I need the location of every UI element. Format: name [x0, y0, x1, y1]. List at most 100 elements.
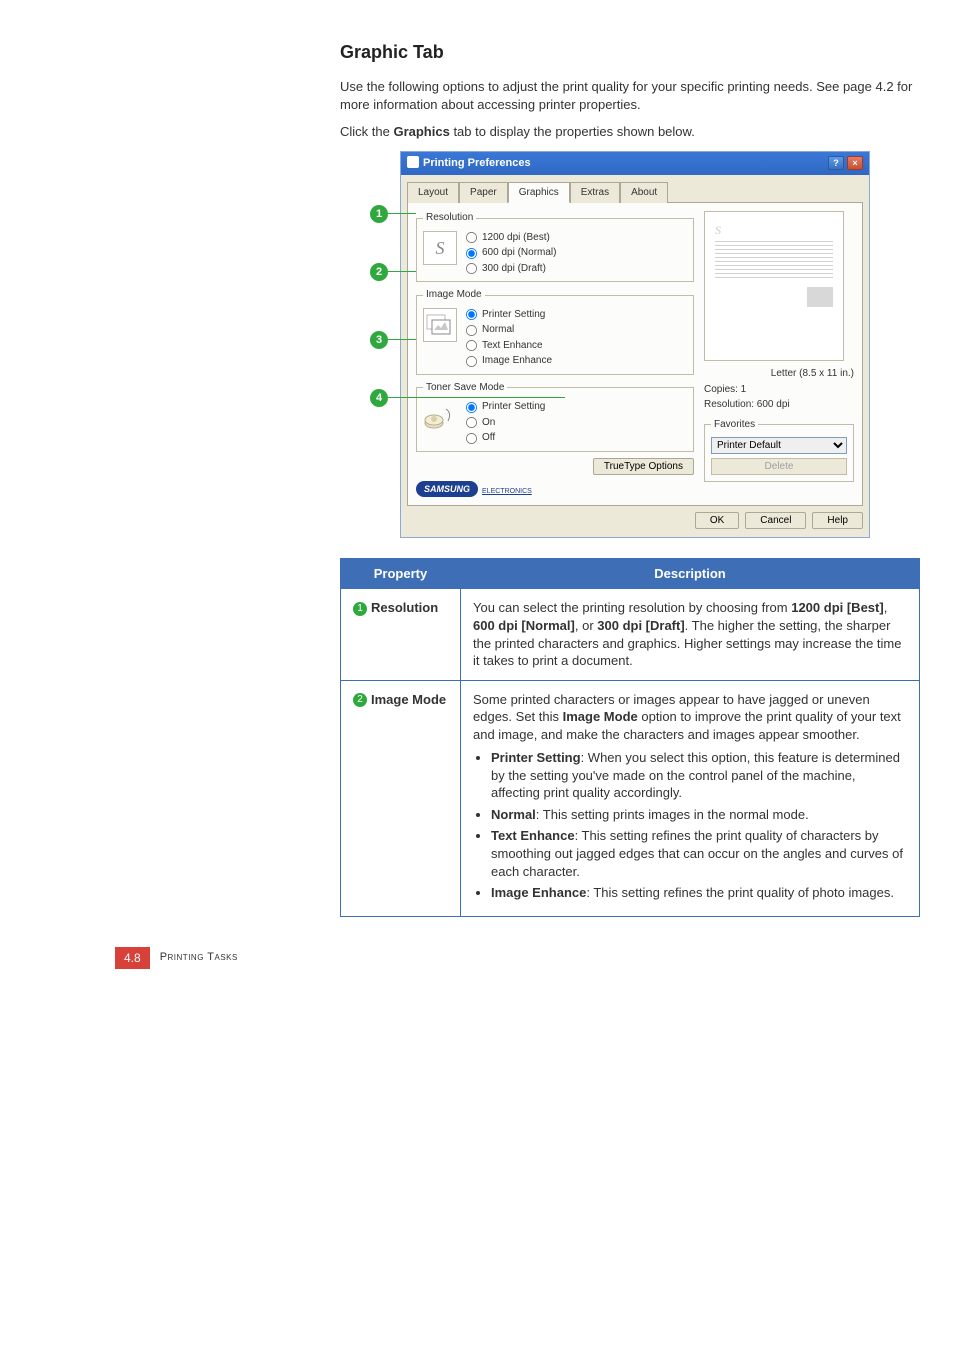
resolution-icon: S	[423, 231, 457, 265]
table-row-image-mode: 2Image Mode Some printed characters or i…	[341, 680, 920, 916]
cancel-button[interactable]: Cancel	[745, 512, 806, 529]
imgmode-opt-text[interactable]: Text Enhance	[465, 339, 552, 353]
toner-opt-on[interactable]: On	[465, 416, 545, 430]
toner-radio-printer[interactable]	[466, 402, 477, 413]
intro-paragraph: Use the following options to adjust the …	[340, 78, 940, 113]
row2-li3-b: Text Enhance	[491, 828, 575, 843]
row2-name: Image Mode	[371, 692, 446, 707]
row2-li2: Normal: This setting prints images in th…	[491, 806, 907, 824]
row2-li4: Image Enhance: This setting refines the …	[491, 884, 907, 902]
resolution-radio-1200[interactable]	[466, 232, 477, 243]
printer-icon	[407, 156, 419, 168]
favorites-select[interactable]: Printer Default	[711, 437, 847, 454]
callout-2: 2	[370, 263, 416, 281]
brand-logo-area: SAMSUNG ELECTRONICS	[416, 481, 694, 497]
resolution-radio-300[interactable]	[466, 263, 477, 274]
row2-desc: Some printed characters or images appear…	[461, 680, 920, 916]
row2-li1: Printer Setting: When you select this op…	[491, 749, 907, 802]
image-mode-group: Image Mode Printer Setting Normal Text E…	[416, 288, 694, 375]
truetype-options-button[interactable]: TrueType Options	[593, 458, 694, 475]
row2-li2-b: Normal	[491, 807, 536, 822]
tab-layout[interactable]: Layout	[407, 182, 459, 204]
resolution-label-1200: 1200 dpi (Best)	[482, 231, 550, 245]
click-bold: Graphics	[393, 124, 449, 139]
callout-4-circle: 4	[370, 389, 388, 407]
row2-li4-t: : This setting refines the print quality…	[586, 885, 894, 900]
row2-li3: Text Enhance: This setting refines the p…	[491, 827, 907, 880]
th-description: Description	[461, 558, 920, 589]
tab-paper[interactable]: Paper	[459, 182, 508, 204]
tab-strip: Layout Paper Graphics Extras About	[401, 175, 869, 203]
dialog-body: Resolution S 1200 dpi (Best) 600 dpi (No…	[407, 202, 863, 506]
callout-line	[388, 213, 416, 214]
dialog-title-text: Printing Preferences	[423, 157, 531, 169]
click-suffix: tab to display the properties shown belo…	[450, 124, 695, 139]
row1-name: Resolution	[371, 600, 438, 615]
imgmode-radio-text[interactable]	[466, 340, 477, 351]
callout-1: 1	[370, 205, 416, 223]
page-preview: S	[704, 211, 844, 361]
imgmode-radio-image[interactable]	[466, 356, 477, 367]
row2-li4-b: Image Enhance	[491, 885, 586, 900]
click-prefix: Click the	[340, 124, 393, 139]
close-titlebar-button[interactable]: ×	[847, 156, 863, 170]
printing-preferences-dialog: Printing Preferences ? × Layout Paper Gr…	[400, 151, 870, 538]
toner-opt-off[interactable]: Off	[465, 431, 545, 445]
row1-b3: 300 dpi [Draft]	[597, 618, 684, 633]
imgmode-opt-normal[interactable]: Normal	[465, 323, 552, 337]
resolution-opt-1200[interactable]: 1200 dpi (Best)	[465, 231, 556, 245]
resolution-legend: Resolution	[423, 211, 476, 225]
page-number-badge: 4.8	[115, 947, 150, 969]
click-line: Click the Graphics tab to display the pr…	[340, 123, 940, 141]
callout-2-circle: 2	[370, 263, 388, 281]
preview-paper-size: Letter (8.5 x 11 in.)	[704, 367, 854, 381]
favorites-legend: Favorites	[711, 418, 758, 432]
callout-1-circle: 1	[370, 205, 388, 223]
ok-button[interactable]: OK	[695, 512, 739, 529]
resolution-opt-300[interactable]: 300 dpi (Draft)	[465, 262, 556, 276]
image-mode-icon	[423, 308, 457, 342]
th-property: Property	[341, 558, 461, 589]
resolution-group: Resolution S 1200 dpi (Best) 600 dpi (No…	[416, 211, 694, 282]
row2-li2-t: : This setting prints images in the norm…	[536, 807, 809, 822]
imgmode-label-printer: Printer Setting	[482, 308, 545, 322]
callout-line	[388, 339, 416, 340]
preview-resolution: Resolution: 600 dpi	[704, 398, 854, 412]
tab-extras[interactable]: Extras	[570, 182, 620, 204]
footer-section-name: Printing Tasks	[160, 950, 238, 965]
row1-pre: You can select the printing resolution b…	[473, 600, 791, 615]
property-table: Property Description 1Resolution You can…	[340, 558, 920, 917]
imgmode-radio-normal[interactable]	[466, 325, 477, 336]
tab-about[interactable]: About	[620, 182, 668, 204]
imgmode-label-normal: Normal	[482, 323, 514, 337]
imgmode-opt-printer[interactable]: Printer Setting	[465, 308, 552, 322]
favorites-group: Favorites Printer Default Delete	[704, 418, 854, 483]
resolution-label-600: 600 dpi (Normal)	[482, 246, 556, 260]
preview-meta: Letter (8.5 x 11 in.) Copies: 1 Resoluti…	[704, 367, 854, 412]
tab-graphics[interactable]: Graphics	[508, 182, 570, 204]
preview-image-block	[807, 287, 833, 307]
row2-li1-b: Printer Setting	[491, 750, 581, 765]
help-button[interactable]: Help	[812, 512, 863, 529]
dialog-button-row: OK Cancel Help	[401, 512, 869, 537]
resolution-radio-600[interactable]	[466, 248, 477, 259]
dialog-title: Printing Preferences	[407, 156, 531, 171]
row1-sep2: , or	[575, 618, 597, 633]
toner-radio-off[interactable]	[466, 433, 477, 444]
callout-line	[388, 397, 565, 398]
imgmode-label-text: Text Enhance	[482, 339, 543, 353]
screenshot-container: 1 2 3 4 Printing Preferences ? ×	[370, 151, 870, 538]
electronics-label: ELECTRONICS	[482, 487, 532, 496]
toner-radio-on[interactable]	[466, 417, 477, 428]
resolution-opt-600[interactable]: 600 dpi (Normal)	[465, 246, 556, 260]
row1-desc: You can select the printing resolution b…	[461, 589, 920, 680]
help-titlebar-button[interactable]: ?	[828, 156, 844, 170]
callout-3: 3	[370, 331, 416, 349]
imgmode-radio-printer[interactable]	[466, 309, 477, 320]
resolution-label-300: 300 dpi (Draft)	[482, 262, 546, 276]
preview-s: S	[715, 222, 833, 238]
section-title: Graphic Tab	[340, 40, 940, 64]
favorites-delete-button: Delete	[711, 458, 847, 475]
imgmode-opt-image[interactable]: Image Enhance	[465, 354, 552, 368]
preview-copies: Copies: 1	[704, 383, 854, 397]
